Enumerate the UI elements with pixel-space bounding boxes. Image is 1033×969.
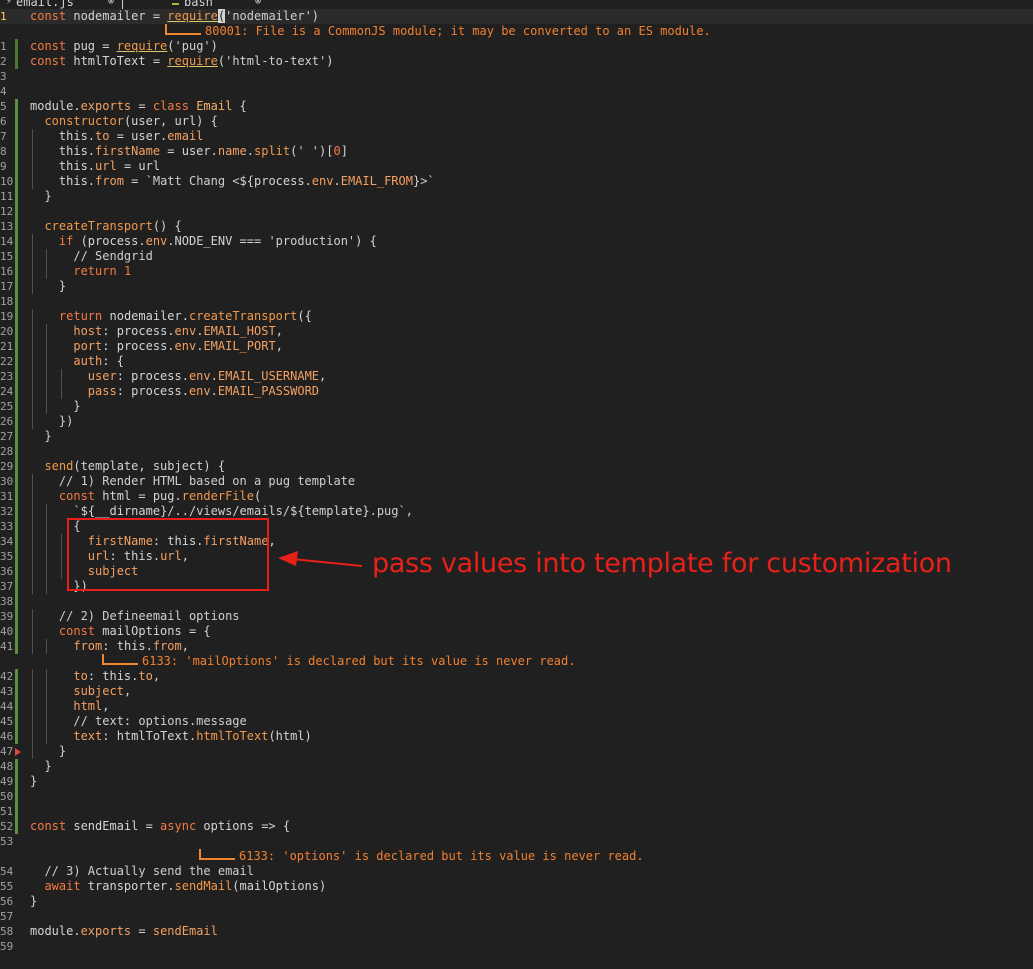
annotation-arrow-icon xyxy=(278,551,363,567)
annotation-text: pass values into template for customizat… xyxy=(372,548,952,579)
